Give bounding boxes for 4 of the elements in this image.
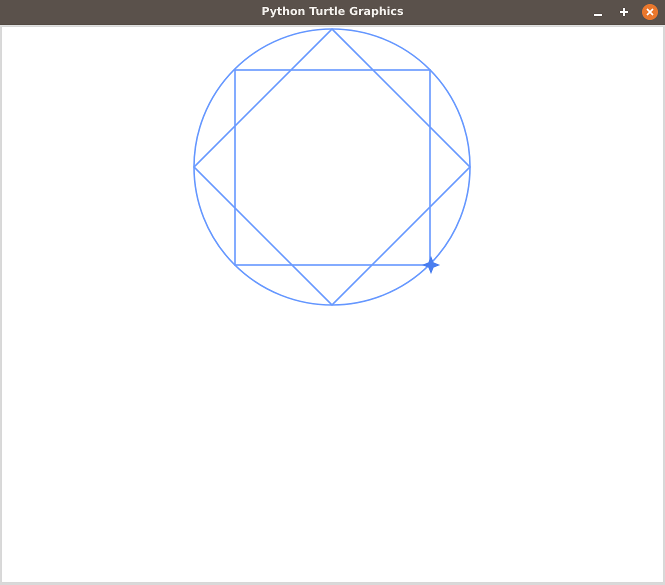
close-icon [646, 8, 654, 16]
window-title: Python Turtle Graphics [261, 4, 404, 20]
plus-icon [620, 8, 628, 16]
close-button[interactable] [642, 4, 658, 20]
